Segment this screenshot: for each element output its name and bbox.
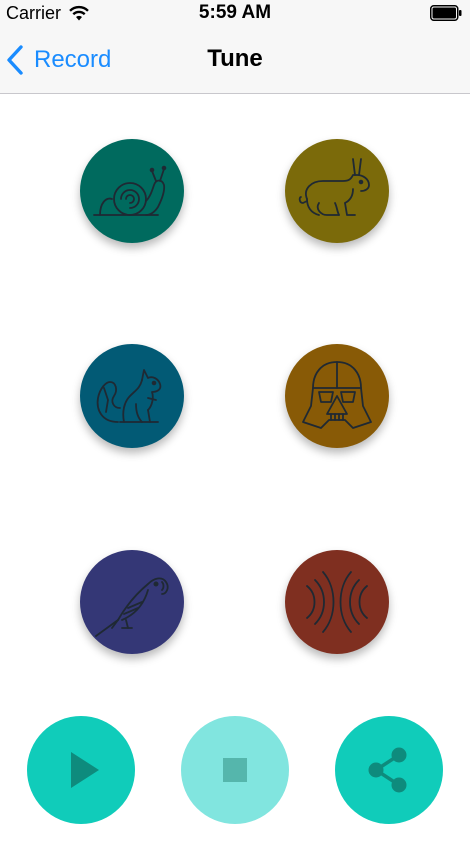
slow-effect-button[interactable] — [80, 139, 184, 243]
battery-full-icon — [430, 5, 462, 21]
stop-icon — [223, 758, 247, 782]
share-icon — [368, 747, 407, 793]
share-button[interactable] — [335, 716, 443, 824]
status-bar: Carrier 5:59 AM — [0, 0, 470, 28]
play-icon — [71, 752, 99, 788]
parrot-effect-button[interactable] — [80, 550, 184, 654]
vader-effect-button[interactable] — [285, 344, 389, 448]
page-title: Tune — [207, 45, 263, 72]
snail-icon — [93, 165, 167, 216]
darth-vader-icon — [302, 361, 372, 429]
chipmunk-effect-button[interactable] — [80, 344, 184, 448]
stop-button[interactable] — [181, 716, 289, 824]
parrot-icon — [95, 577, 169, 637]
navigation-bar: Record Tune — [0, 28, 470, 94]
squirrel-icon — [96, 369, 162, 423]
clock-label: 5:59 AM — [198, 2, 272, 23]
play-button[interactable] — [27, 716, 135, 824]
rabbit-icon — [298, 158, 370, 216]
echo-effect-button[interactable] — [285, 550, 389, 654]
echo-wave-icon — [306, 571, 368, 633]
fast-effect-button[interactable] — [285, 139, 389, 243]
tune-screen: Carrier 5:59 AM Record Tune — [0, 0, 470, 843]
